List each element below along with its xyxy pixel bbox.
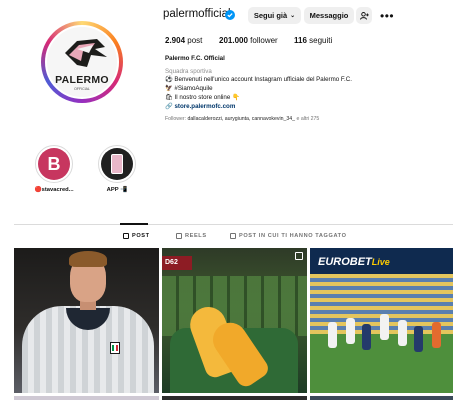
chevron-down-icon: ⌄ (290, 13, 296, 19)
following-button-label: Segui già (253, 11, 288, 20)
tab-tagged[interactable]: POST IN CUI TI HANNO TAGGATO (230, 233, 347, 239)
following-label: seguiti (309, 36, 333, 45)
add-user-icon (359, 11, 369, 20)
tabs-divider (14, 224, 453, 225)
highlight-cover (101, 148, 133, 180)
verified-badge-icon (225, 10, 235, 20)
eurobet-brand-name: EUROBET (318, 256, 372, 268)
avatar-logo-text: PALERMO (55, 74, 109, 86)
highlight-cover-letter: B (47, 154, 61, 174)
phone-icon (111, 154, 123, 174)
italy-badge-icon (110, 342, 120, 354)
highlight-label: APP 📲 (106, 187, 128, 193)
eurobet-brand: EUROBETLive (318, 256, 390, 268)
post-thumbnail-row2[interactable] (14, 396, 159, 400)
player-figure (398, 320, 407, 346)
posts-label: post (187, 36, 203, 45)
reels-icon (176, 233, 182, 239)
link-icon: 🔗 (165, 103, 173, 110)
following-button[interactable]: Segui già ⌄ (248, 7, 301, 24)
posts-count: 2.904 (165, 36, 186, 45)
stat-posts: 2.904 post (165, 36, 202, 45)
tab-reels-label: REELS (185, 233, 207, 239)
suggested-users-button[interactable] (356, 7, 372, 24)
bio-category: Squadra sportiva (165, 68, 212, 75)
post-thumbnail-shoes[interactable]: D62 (162, 248, 307, 393)
player-figure (414, 326, 423, 352)
player-figure (380, 314, 389, 340)
player-figure (432, 322, 441, 348)
highlight-label: 🔴stavacred... (34, 187, 74, 193)
followed-by-names: dallacalderozzi, aurygiunta, cannavokevi… (187, 116, 296, 122)
grid-icon (123, 233, 129, 239)
bio-name: Palermo F.C. Official (165, 55, 225, 62)
message-button-label: Messaggio (309, 11, 349, 20)
profile-username: palermofficial (163, 8, 231, 20)
following-count: 116 (294, 36, 307, 45)
stat-followers[interactable]: 201.000 follower (219, 36, 278, 45)
followed-by[interactable]: Follower: dallacalderozzi, aurygiunta, c… (165, 116, 320, 122)
highlight-item[interactable]: B 🔴stavacred... (32, 145, 76, 193)
highlight-item-app[interactable]: APP 📲 (95, 145, 139, 193)
bio-line-welcome: ⚽ Benvenuti nell'unico account Instagram… (165, 76, 352, 83)
followers-count: 201.000 (219, 36, 248, 45)
post-thumbnail-match[interactable]: EUROBETLive (310, 248, 453, 393)
avatar-logo-sub: OFFICIAL (74, 87, 90, 91)
followed-by-suffix: e altri 275 (296, 116, 320, 122)
tab-post[interactable]: POST (123, 233, 150, 239)
tab-post-label: POST (132, 233, 150, 239)
tagged-icon (230, 233, 236, 239)
bio-line-store: 🛍 Il nostro store online 👇 (165, 94, 240, 101)
post-thumbnail-row2[interactable] (310, 396, 453, 400)
tab-active-indicator (120, 223, 148, 225)
tab-reels[interactable]: REELS (176, 233, 207, 239)
eurobet-brand-suffix: Live (371, 257, 390, 267)
bio-link[interactable]: 🔗 store.palermofc.com (165, 103, 236, 110)
profile-avatar[interactable]: PALERMO OFFICIAL (45, 25, 119, 99)
more-options-icon[interactable]: ••• (380, 9, 394, 23)
hair (69, 251, 107, 267)
player-figure (362, 324, 371, 350)
stat-following[interactable]: 116 seguiti (294, 36, 332, 45)
highlight-cover: B (38, 148, 70, 180)
carousel-icon (295, 252, 303, 260)
highlight-ring: B (35, 145, 73, 183)
seat-marker: D62 (162, 256, 192, 270)
post-thumbnail-row2[interactable] (162, 396, 307, 400)
followed-by-prefix: Follower: (165, 116, 187, 122)
profile-avatar-ring[interactable]: PALERMO OFFICIAL (41, 21, 123, 103)
bio-link-text: store.palermofc.com (174, 103, 236, 110)
message-button[interactable]: Messaggio (304, 7, 354, 24)
tab-tagged-label: POST IN CUI TI HANNO TAGGATO (239, 233, 347, 239)
highlight-ring (98, 145, 136, 183)
followers-label: follower (250, 36, 278, 45)
post-thumbnail-player[interactable] (14, 248, 159, 393)
player-figure (346, 318, 355, 344)
bio-line-hashtag[interactable]: 🦅 #SiamoAquile (165, 85, 213, 92)
player-figure (328, 322, 337, 348)
